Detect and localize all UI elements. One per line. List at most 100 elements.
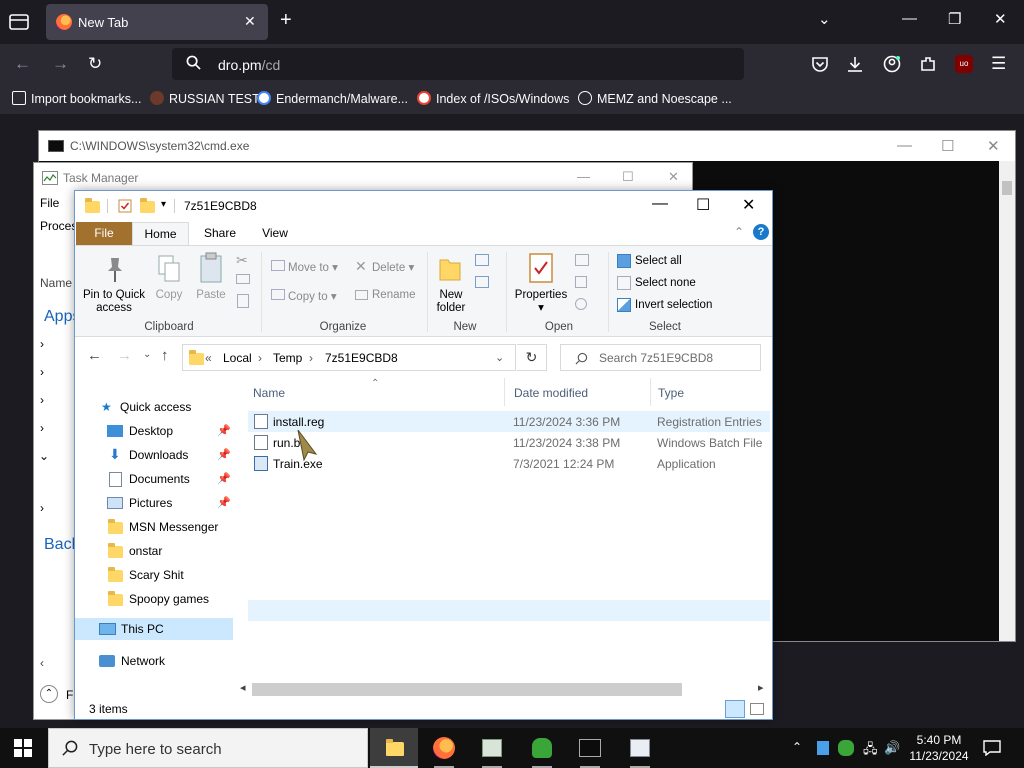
column-divider[interactable] [650,378,651,406]
properties-button[interactable]: Properties ▾ [513,289,569,315]
ribbon-tab-share[interactable]: Share [200,222,240,245]
expand-chevron-icon[interactable]: › [40,365,44,379]
tm-tab-processes[interactable]: Proces [40,219,77,233]
customize-qat-icon[interactable]: ▾ [161,199,166,210]
properties-check-icon[interactable] [118,199,132,213]
pin-to-quick-access-button[interactable]: Pin to Quick access [81,289,147,315]
invert-selection-button[interactable]: Invert selection [635,299,712,311]
taskbar-search-box[interactable]: Type here to search [48,728,368,768]
details-view-icon[interactable] [725,700,745,718]
horizontal-scrollbar[interactable]: ◂ ▸ [238,681,772,698]
paste-button[interactable]: Paste [193,289,229,302]
browser-tab[interactable]: New Tab ✕ [46,4,268,40]
nav-this-pc[interactable]: This PC [75,618,233,640]
extensions-icon[interactable] [919,55,937,73]
cmd-minimize-button[interactable]: — [897,137,912,154]
collapse-chevron-icon[interactable]: ⌄ [39,449,49,463]
collapse-ribbon-icon[interactable]: ⌃ [734,225,744,239]
close-tab-icon[interactable]: ✕ [244,13,256,30]
show-hidden-icons-icon[interactable]: ⌃ [792,740,802,754]
taskbar-file-explorer[interactable] [370,728,418,768]
menu-hamburger-icon[interactable]: ☰ [991,54,1006,74]
address-dropdown-icon[interactable]: ⌄ [495,351,504,364]
up-arrow-icon[interactable]: ↑ [161,347,169,364]
taskbar-app-msn[interactable] [518,728,566,768]
copy-button[interactable]: Copy [153,289,185,302]
tm-minimize-button[interactable]: — [577,169,590,184]
taskbar-app-registry[interactable] [468,728,516,768]
new-item-icon[interactable] [475,254,489,266]
notifications-icon[interactable] [983,740,1001,756]
breadcrumb-current[interactable]: 7z51E9CBD8 [325,351,398,365]
expand-chevron-icon[interactable]: › [40,421,44,435]
address-bar[interactable]: « Local › Temp › 7z51E9CBD8 ⌄ [182,344,516,371]
nav-spoopy-games[interactable]: Spoopy games [75,588,233,610]
scroll-right-icon[interactable]: ▸ [758,681,764,694]
expand-chevron-icon[interactable]: › [40,337,44,351]
ribbon-tab-view[interactable]: View [257,222,293,245]
bookmark-russian-test[interactable]: RUSSIAN TEST [150,91,260,106]
large-icons-view-icon[interactable] [750,703,764,715]
file-row[interactable] [248,600,770,621]
column-type[interactable]: Type [658,386,684,400]
taskbar-firefox[interactable] [420,728,468,768]
explorer-minimize-button[interactable]: — [652,195,668,213]
breadcrumb-temp[interactable]: Temp [273,351,302,365]
nav-onstar[interactable]: onstar [75,540,233,562]
scroll-thumb[interactable] [252,683,682,696]
tm-close-button[interactable]: ✕ [668,169,679,185]
back-arrow-icon[interactable]: ← [87,347,102,364]
nav-desktop[interactable]: Desktop 📌 [75,420,233,442]
cmd-maximize-button[interactable]: ☐ [941,137,954,155]
file-row[interactable]: install.reg 11/23/2024 3:36 PM Registrat… [248,411,770,432]
delete-button[interactable]: Delete ▾ [372,260,414,274]
new-folder-qat-icon[interactable] [140,198,155,213]
nav-pictures[interactable]: Pictures 📌 [75,492,233,514]
scroll-thumb[interactable] [1002,181,1012,195]
ublock-origin-icon[interactable]: uo [955,55,973,73]
volume-icon[interactable]: 🔊 [884,740,900,756]
ribbon-tab-home[interactable]: Home [132,222,189,245]
column-name[interactable]: Name [253,386,285,400]
expand-chevron-icon[interactable]: › [40,501,44,515]
search-input[interactable]: Search 7z51E9CBD8 [560,344,761,371]
breadcrumb-separator[interactable]: › [258,351,262,365]
chevron-down-icon[interactable]: ⌄ [818,10,831,28]
close-button[interactable]: ✕ [994,10,1007,28]
column-date-modified[interactable]: Date modified [514,386,588,400]
copy-path-icon[interactable] [236,274,250,284]
url-bar[interactable]: dro.pm/cd [172,48,744,80]
explorer-titlebar[interactable]: ▾ 7z51E9CBD8 — ☐ ✕ [75,191,772,222]
tm-maximize-button[interactable]: ☐ [622,169,634,185]
scroll-left-icon[interactable]: ◂ [240,681,246,694]
help-icon[interactable]: ? [753,224,769,240]
restore-button[interactable]: ❐ [948,10,961,28]
tray-app-icon[interactable] [817,741,829,755]
bookmark-isos[interactable]: Index of /ISOs/Windows [417,91,569,106]
tm-menu-file[interactable]: File [40,196,59,210]
explorer-maximize-button[interactable]: ☐ [696,195,710,215]
nav-downloads[interactable]: ⬇ Downloads 📌 [75,444,233,466]
new-tab-button[interactable]: + [280,10,292,30]
reload-button[interactable]: ↻ [88,54,102,74]
cmd-close-button[interactable]: ✕ [987,137,1000,155]
back-button[interactable]: ← [14,54,31,74]
taskbar-cmd[interactable] [566,728,614,768]
copy-to-button[interactable]: Copy to ▾ [288,289,337,303]
fewer-details-icon[interactable]: ⌃ [40,685,58,703]
ribbon-tab-file[interactable]: File [76,222,132,245]
scroll-left-icon[interactable]: ‹ [40,656,44,670]
cut-icon[interactable]: ✂ [236,252,248,269]
rename-button[interactable]: Rename [372,289,415,301]
nav-network[interactable]: Network [75,650,233,672]
bookmark-memz[interactable]: MEMZ and Noescape ... [578,91,732,106]
clock[interactable]: 5:40 PM 11/23/2024 [904,732,974,764]
cmd-titlebar[interactable]: C:\WINDOWS\system32\cmd.exe — ☐ ✕ [39,131,1015,161]
select-all-button[interactable]: Select all [635,255,682,267]
pocket-icon[interactable] [811,55,829,73]
move-to-button[interactable]: Move to ▾ [288,260,338,274]
bookmark-endermanch[interactable]: Endermanch/Malware... [257,91,408,106]
file-row[interactable]: run.b 11/23/2024 3:38 PM Windows Batch F… [248,432,770,453]
recent-locations-icon[interactable]: ⌄ [143,349,151,360]
msn-tray-icon[interactable] [838,740,854,756]
